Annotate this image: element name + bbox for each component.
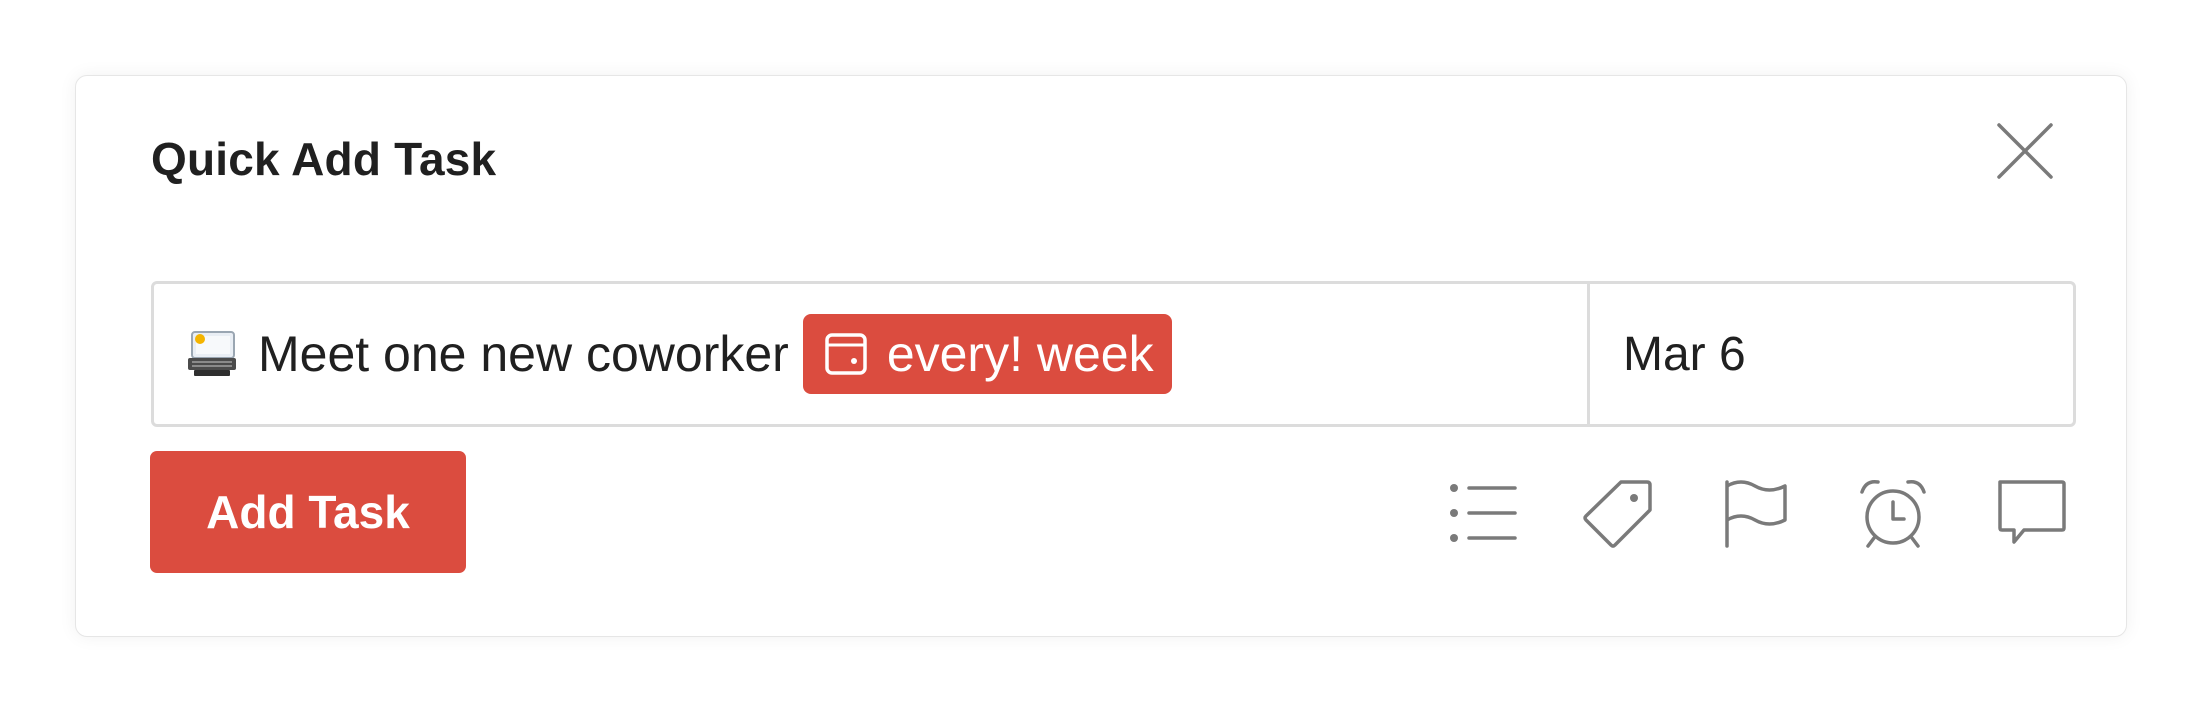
recurrence-label: every! week bbox=[886, 326, 1154, 382]
quick-add-task-dialog: Quick Add Task Meet one new coworker eve… bbox=[75, 75, 2127, 637]
task-input-row: Meet one new coworker every! week Mar 6 bbox=[151, 281, 2076, 427]
comments-button[interactable] bbox=[1994, 476, 2068, 550]
due-date-value: Mar 6 bbox=[1623, 327, 1746, 381]
desktop-computer-emoji-icon bbox=[188, 331, 236, 376]
flag-icon bbox=[1725, 480, 1787, 548]
project-button[interactable] bbox=[1445, 476, 1519, 550]
calendar-icon bbox=[825, 333, 867, 375]
task-text: Meet one new coworker bbox=[258, 326, 789, 382]
task-name-input[interactable]: Meet one new coworker every! week bbox=[154, 284, 1590, 424]
add-task-button[interactable]: Add Task bbox=[150, 451, 466, 573]
recurrence-chip[interactable]: every! week bbox=[802, 314, 1172, 394]
close-button[interactable] bbox=[1994, 120, 2056, 182]
list-icon bbox=[1450, 484, 1517, 542]
dialog-title: Quick Add Task bbox=[151, 133, 497, 185]
alarm-clock-icon bbox=[1860, 479, 1926, 548]
priority-button[interactable] bbox=[1719, 476, 1793, 550]
labels-button[interactable] bbox=[1581, 476, 1655, 550]
comment-icon bbox=[1998, 480, 2066, 544]
due-date-field[interactable]: Mar 6 bbox=[1590, 284, 2073, 424]
reminders-button[interactable] bbox=[1856, 476, 1930, 550]
close-icon bbox=[1997, 123, 2053, 179]
tag-icon bbox=[1583, 480, 1652, 548]
